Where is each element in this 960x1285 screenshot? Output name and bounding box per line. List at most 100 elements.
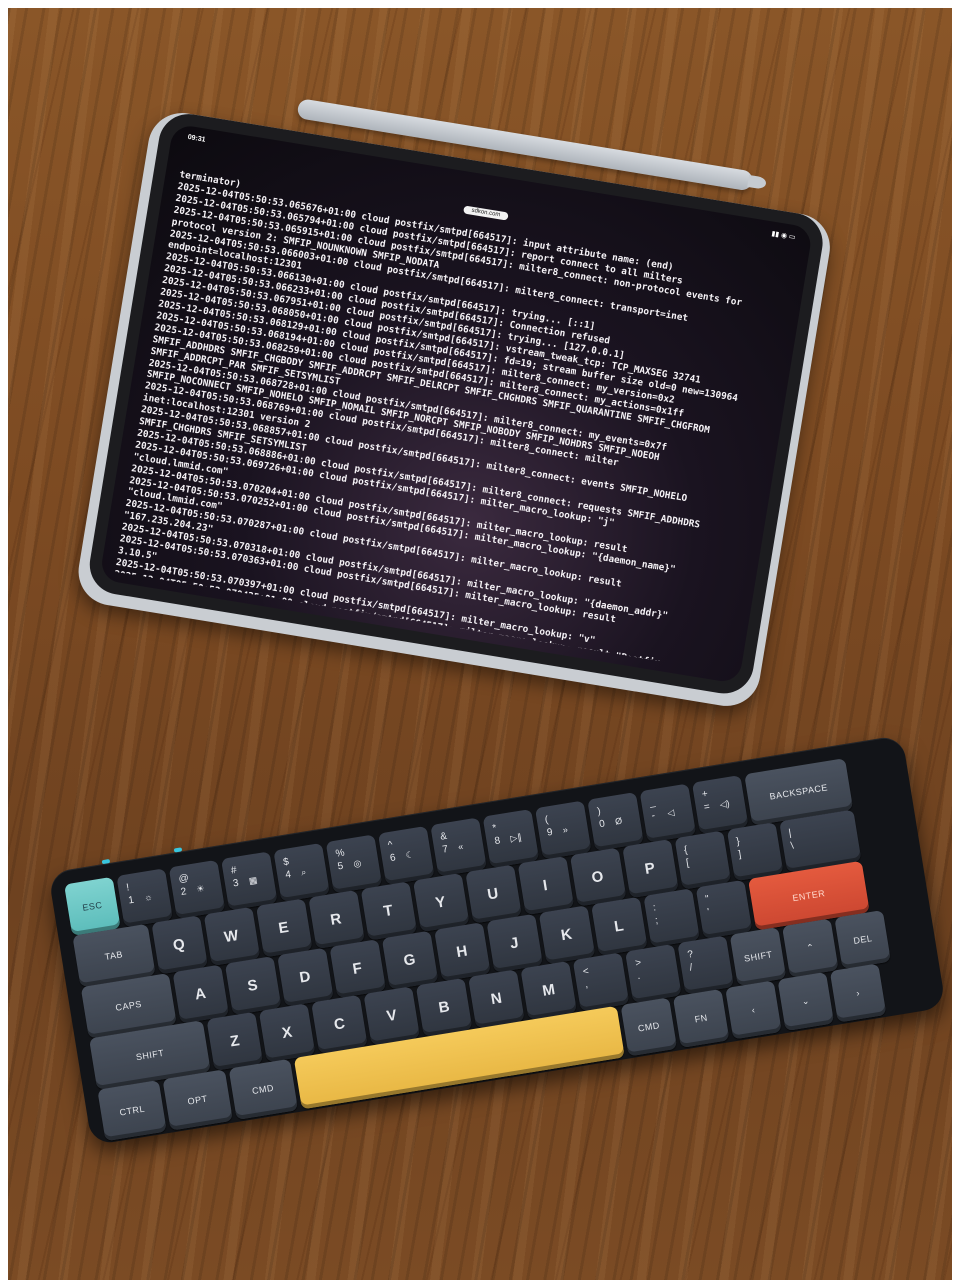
- key-z[interactable]: Z: [206, 1011, 264, 1071]
- key-symbol: /: [688, 962, 694, 974]
- key-slash[interactable]: ? /: [677, 935, 735, 995]
- key-up[interactable]: ⌃: [782, 918, 839, 978]
- key-w[interactable]: W: [203, 906, 260, 967]
- key-o[interactable]: O: [569, 847, 627, 907]
- key-shift-symbol: ?: [686, 948, 695, 961]
- key-symbol: -: [650, 810, 656, 822]
- key-d[interactable]: D: [276, 947, 334, 1007]
- key-symbol: \: [789, 840, 795, 852]
- key-label: SHIFT: [135, 1047, 165, 1063]
- key-n[interactable]: N: [468, 969, 525, 1029]
- key-g[interactable]: G: [381, 930, 439, 990]
- key-comma[interactable]: <,: [572, 952, 630, 1012]
- key-label: ›: [855, 987, 861, 999]
- key-function-icon: ☀: [195, 883, 206, 895]
- key-del[interactable]: DEL: [834, 909, 892, 970]
- key-x[interactable]: X: [259, 1003, 316, 1063]
- key-quote[interactable]: " ': [695, 879, 753, 940]
- key-l[interactable]: L: [590, 896, 648, 956]
- key-j[interactable]: J: [486, 913, 543, 973]
- key-label: J: [508, 934, 521, 953]
- key-label: OPT: [186, 1093, 209, 1107]
- key-rbracket[interactable]: }]: [726, 822, 784, 882]
- key-symbol: 2: [179, 886, 188, 898]
- key-label: R: [329, 910, 344, 929]
- key-label: CTRL: [118, 1103, 146, 1118]
- key-shift-symbol: ): [596, 805, 602, 818]
- photo-scene: 09:31 ▮▮ ◉ ▭ sdkon.com terminator) 2025-1…: [8, 8, 952, 1280]
- key-e[interactable]: E: [255, 898, 313, 958]
- key-m[interactable]: M: [520, 960, 578, 1020]
- key-s[interactable]: S: [224, 956, 282, 1016]
- key-left[interactable]: ‹: [725, 980, 782, 1040]
- key-symbol: 4: [284, 869, 292, 881]
- key-0[interactable]: ) 0 Ø: [587, 792, 644, 852]
- key-b[interactable]: B: [415, 977, 473, 1037]
- key-label: I: [541, 876, 550, 895]
- key-i[interactable]: I: [517, 856, 574, 916]
- key-symbol: .: [636, 970, 642, 983]
- key-4[interactable]: $4 ⌕: [273, 842, 331, 903]
- key-semicolon[interactable]: :;: [643, 888, 700, 948]
- key-shift-symbol: %: [334, 847, 346, 860]
- key-label: Q: [171, 935, 187, 955]
- key-3[interactable]: #3 ▦: [221, 851, 278, 911]
- key-9[interactable]: (9 »: [534, 800, 592, 860]
- key-symbol: ]: [737, 848, 743, 861]
- key-equal[interactable]: + = ◁): [691, 775, 749, 835]
- key-esc[interactable]: ESC: [64, 876, 121, 936]
- key-label: Z: [228, 1032, 242, 1051]
- key-shift-symbol: !: [125, 882, 131, 894]
- key-label: D: [298, 967, 313, 987]
- key-label: W: [222, 926, 241, 947]
- key-label: Y: [434, 893, 448, 912]
- key-h[interactable]: H: [433, 922, 491, 982]
- key-8[interactable]: * 8 ▷∥: [482, 808, 540, 869]
- key-label: G: [402, 950, 418, 970]
- key-u[interactable]: U: [464, 864, 522, 924]
- key-lcmd[interactable]: CMD: [228, 1058, 298, 1121]
- key-lbracket[interactable]: {[: [674, 830, 731, 890]
- key-rcmd[interactable]: CMD: [620, 997, 678, 1057]
- key-f[interactable]: F: [329, 939, 386, 999]
- key-symbol: 9: [546, 826, 554, 839]
- key-shift-symbol: @: [177, 872, 190, 886]
- key-shift-symbol: :: [652, 902, 657, 914]
- key-right[interactable]: ›: [829, 963, 887, 1023]
- key-function-icon: »: [561, 824, 569, 836]
- key-label: ‹: [750, 1004, 757, 1016]
- key-a[interactable]: A: [172, 964, 229, 1024]
- key-label: M: [541, 980, 557, 1000]
- key-label: ⌃: [805, 941, 816, 954]
- key-t[interactable]: T: [360, 881, 417, 941]
- key-label: E: [277, 918, 291, 938]
- key-1[interactable]: ! 1 ☼: [116, 868, 174, 928]
- key-ctrl[interactable]: CTRL: [97, 1079, 168, 1142]
- key-7[interactable]: & 7 «: [430, 817, 487, 877]
- key-minus[interactable]: _ - ◁: [639, 783, 697, 843]
- tablet-case: 09:31 ▮▮ ◉ ▭ sdkon.com terminator) 2025-1…: [73, 108, 835, 711]
- key-p[interactable]: P: [621, 839, 679, 899]
- key-symbol: ;: [654, 915, 659, 927]
- key-opt[interactable]: OPT: [162, 1069, 233, 1131]
- key-5[interactable]: % 5 ◎: [325, 834, 383, 894]
- key-function-icon: ◁: [666, 807, 676, 819]
- key-function-icon: ☾: [405, 849, 415, 861]
- key-c[interactable]: C: [311, 994, 369, 1054]
- key-2[interactable]: @2 ☀: [168, 859, 226, 919]
- key-fn[interactable]: FN: [672, 988, 730, 1049]
- key-function-icon: ◁): [718, 798, 731, 810]
- key-period[interactable]: >.: [625, 943, 682, 1004]
- key-shift-symbol: #: [230, 864, 238, 877]
- key-symbol: 7: [441, 843, 449, 856]
- key-y[interactable]: Y: [412, 872, 470, 933]
- key-down[interactable]: ⌄: [777, 971, 835, 1032]
- terminal-output: terminator) 2025-12-04T05:50:53.065676+01…: [115, 169, 799, 673]
- key-v[interactable]: V: [363, 986, 421, 1046]
- key-6[interactable]: ^ 6 ☾: [377, 825, 435, 886]
- key-rshift[interactable]: SHIFT: [729, 926, 787, 987]
- key-label: C: [332, 1015, 347, 1034]
- key-q[interactable]: Q: [150, 915, 208, 975]
- key-r[interactable]: R: [307, 889, 365, 950]
- key-k[interactable]: K: [538, 905, 596, 965]
